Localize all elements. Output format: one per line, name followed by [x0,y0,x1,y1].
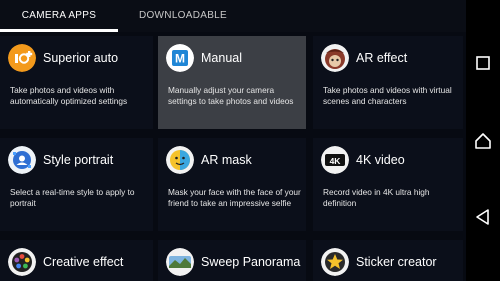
back-button[interactable] [466,205,500,229]
manual-mode-icon: M [166,44,194,72]
app-grid: Superior auto Take photos and videos wit… [0,36,466,281]
app-description: Select a real-time style to apply to por… [10,187,135,208]
tab-bar: CAMERA APPS DOWNLOADABLE [0,0,466,32]
app-card-style-portrait[interactable]: Style portrait Select a real-time style … [0,138,153,231]
sweep-panorama-icon [166,248,194,276]
app-card-sweep-panorama[interactable]: Sweep Panorama [158,240,306,281]
back-icon [476,209,489,225]
app-title: 4K video [356,153,405,167]
app-card-ar-mask[interactable]: AR mask Mask your face with the face of … [158,138,306,231]
camera-apps-screen: CAMERA APPS DOWNLOADABLE Superior auto T… [0,0,466,281]
app-description: Record video in 4K ultra high definition [323,187,430,208]
recent-apps-button[interactable] [466,51,500,75]
app-description: Manually adjust your camera settings to … [168,85,294,106]
square-icon [476,56,490,70]
app-card-manual[interactable]: M Manual Manually adjust your camera set… [158,36,306,129]
app-card-superior-auto[interactable]: Superior auto Take photos and videos wit… [0,36,153,129]
app-title: Style portrait [43,153,114,167]
4k-icon-text: 4K [330,156,342,166]
system-navigation-bar [466,0,500,281]
app-title: Superior auto [43,51,119,65]
app-title: Sweep Panorama [201,255,301,269]
home-icon [475,133,491,149]
home-button[interactable] [466,129,500,153]
ar-effect-icon [321,44,349,72]
app-description: Take photos and videos with virtual scen… [323,85,452,106]
tab-downloadable[interactable]: DOWNLOADABLE [122,0,244,32]
style-portrait-icon [8,146,36,174]
app-title: AR mask [201,153,252,167]
app-description: Mask your face with the face of your fri… [168,187,301,208]
app-card-4k-video[interactable]: 4K 4K video Record video in 4K ultra hig… [313,138,463,231]
app-title: Manual [201,51,242,65]
4k-video-icon: 4K [321,146,349,174]
app-card-ar-effect[interactable]: AR effect Take photos and videos with vi… [313,36,463,129]
app-title: Sticker creator [356,255,437,269]
creative-effect-icon [8,248,36,276]
app-title: Creative effect [43,255,124,269]
ar-mask-icon [166,146,194,174]
app-card-creative-effect[interactable]: Creative effect [0,240,153,281]
active-tab-indicator [0,29,118,32]
app-description: Take photos and videos with automaticall… [10,85,128,106]
sticker-creator-icon [321,248,349,276]
manual-icon-letter: M [175,52,185,66]
superior-auto-icon [8,44,36,72]
app-card-sticker-creator[interactable]: Sticker creator [313,240,463,281]
app-title: AR effect [356,51,408,65]
tab-camera-apps[interactable]: CAMERA APPS [0,0,118,32]
